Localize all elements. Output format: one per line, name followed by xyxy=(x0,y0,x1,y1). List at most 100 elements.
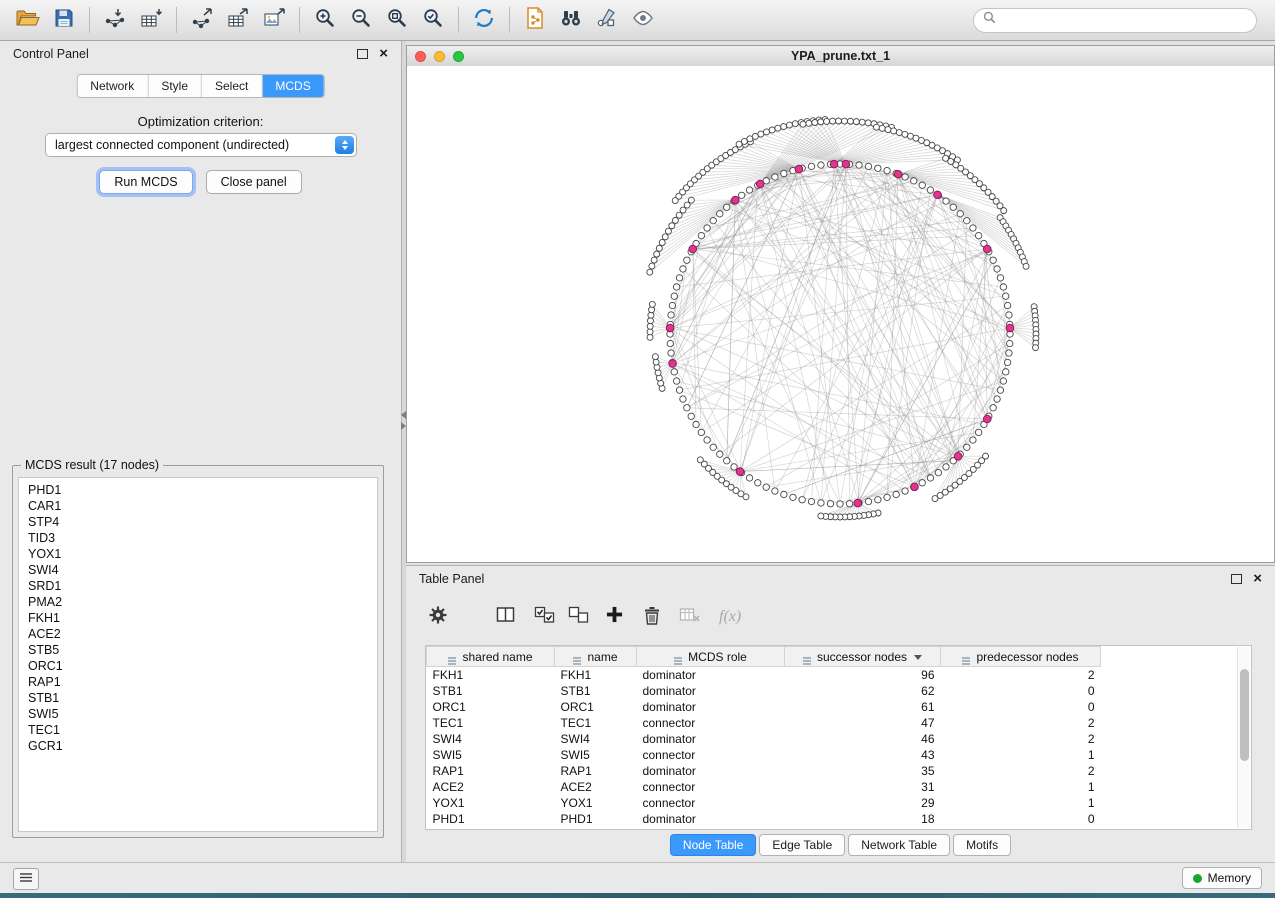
table-cell: 96 xyxy=(785,667,941,684)
table-row[interactable]: FKH1FKH1dominator962 xyxy=(427,667,1101,684)
mcds-result-item[interactable]: STP4 xyxy=(28,514,368,530)
tab-select[interactable]: Select xyxy=(202,75,262,97)
add-column-button[interactable] xyxy=(606,600,623,634)
close-panel-icon[interactable]: × xyxy=(379,49,388,59)
mcds-result-item[interactable]: STB5 xyxy=(28,642,368,658)
close-panel-button[interactable]: Close panel xyxy=(206,170,302,194)
network-view-window: YPA_prune.txt_1 xyxy=(406,45,1275,563)
mcds-result-item[interactable]: SWI4 xyxy=(28,562,368,578)
table-row[interactable]: ACE2ACE2connector311 xyxy=(427,779,1101,795)
column-header[interactable]: name xyxy=(555,647,637,667)
mcds-result-item[interactable]: SRD1 xyxy=(28,578,368,594)
export-table-button[interactable] xyxy=(220,5,256,35)
memory-status-icon xyxy=(1193,874,1202,883)
zoom-selected-button[interactable] xyxy=(415,5,451,35)
search-box[interactable] xyxy=(973,8,1257,33)
save-session-button[interactable] xyxy=(46,5,82,35)
toolbar-separator xyxy=(176,7,177,33)
table-row[interactable]: YOX1YOX1connector291 xyxy=(427,795,1101,811)
table-row[interactable]: TEC1TEC1connector472 xyxy=(427,715,1101,731)
import-network-button[interactable] xyxy=(97,5,133,35)
export-image-button[interactable] xyxy=(256,5,292,35)
select-all-button[interactable] xyxy=(534,600,556,634)
zoom-fit-icon xyxy=(386,7,408,34)
split-columns-button[interactable] xyxy=(496,600,516,634)
panel-menu-button[interactable] xyxy=(13,868,39,890)
close-window-traffic-light[interactable] xyxy=(415,51,426,62)
network-window-titlebar[interactable]: YPA_prune.txt_1 xyxy=(407,46,1274,67)
mcds-result-item[interactable]: PHD1 xyxy=(28,482,368,498)
table-cell: 62 xyxy=(785,683,941,699)
mcds-result-item[interactable]: GCR1 xyxy=(28,738,368,754)
table-cell: dominator xyxy=(637,699,785,715)
table-cell: FKH1 xyxy=(427,667,555,684)
scrollbar-thumb[interactable] xyxy=(1240,669,1249,761)
mcds-result-item[interactable]: TEC1 xyxy=(28,722,368,738)
share-document-button[interactable] xyxy=(517,5,553,35)
delete-column-button[interactable] xyxy=(643,600,661,634)
search-input[interactable] xyxy=(1002,12,1247,28)
chevron-down-icon[interactable] xyxy=(914,655,922,660)
export-network-button[interactable] xyxy=(184,5,220,35)
mcds-result-item[interactable]: ACE2 xyxy=(28,626,368,642)
show-graphics-button[interactable] xyxy=(625,5,661,35)
table-vertical-scrollbar[interactable] xyxy=(1237,647,1250,828)
node-table[interactable]: shared namenameMCDS rolesuccessor nodesp… xyxy=(426,646,1101,827)
open-session-button[interactable] xyxy=(10,5,46,35)
table-cell: 46 xyxy=(785,731,941,747)
zoom-in-button[interactable] xyxy=(307,5,343,35)
float-panel-icon[interactable] xyxy=(357,49,368,59)
tab-mcds[interactable]: MCDS xyxy=(262,75,323,97)
tab-node-table[interactable]: Node Table xyxy=(670,834,757,856)
column-header[interactable]: successor nodes xyxy=(785,647,941,667)
close-panel-icon[interactable]: × xyxy=(1253,574,1262,584)
tab-style[interactable]: Style xyxy=(148,75,202,97)
deselect-all-button[interactable] xyxy=(568,600,590,634)
mcds-result-item[interactable]: TID3 xyxy=(28,530,368,546)
mcds-result-item[interactable]: FKH1 xyxy=(28,610,368,626)
minimize-window-traffic-light[interactable] xyxy=(434,51,445,62)
import-table-button[interactable] xyxy=(133,5,169,35)
memory-button[interactable]: Memory xyxy=(1182,867,1262,889)
table-cell: 2 xyxy=(941,667,1101,684)
tab-network[interactable]: Network xyxy=(77,75,148,97)
run-mcds-button[interactable]: Run MCDS xyxy=(99,170,192,194)
mcds-result-item[interactable]: YOX1 xyxy=(28,546,368,562)
tab-network-table[interactable]: Network Table xyxy=(848,834,950,856)
table-row[interactable]: ORC1ORC1dominator610 xyxy=(427,699,1101,715)
mcds-result-item[interactable]: SWI5 xyxy=(28,706,368,722)
search-network-button[interactable] xyxy=(553,5,589,35)
network-graph[interactable] xyxy=(407,66,1274,562)
mcds-result-item[interactable]: RAP1 xyxy=(28,674,368,690)
export-image-icon xyxy=(262,7,286,34)
criterion-dropdown[interactable]: largest connected component (undirected) xyxy=(45,133,357,157)
mcds-result-item[interactable]: CAR1 xyxy=(28,498,368,514)
zoom-fit-button[interactable] xyxy=(379,5,415,35)
table-settings-button[interactable] xyxy=(428,600,448,634)
collapse-left-icon xyxy=(401,411,406,419)
zoom-window-traffic-light[interactable] xyxy=(453,51,464,62)
table-row[interactable]: SWI4SWI4dominator462 xyxy=(427,731,1101,747)
mcds-result-list[interactable]: PHD1CAR1STP4TID3YOX1SWI4SRD1PMA2FKH1ACE2… xyxy=(18,477,378,832)
column-header[interactable]: shared name xyxy=(427,647,555,667)
apply-style-button[interactable] xyxy=(589,5,625,35)
table-row[interactable]: STB1STB1dominator620 xyxy=(427,683,1101,699)
tab-motifs[interactable]: Motifs xyxy=(953,834,1011,856)
control-panel-title: Control Panel xyxy=(13,47,89,61)
table-row[interactable]: RAP1RAP1dominator352 xyxy=(427,763,1101,779)
table-row[interactable]: PHD1PHD1dominator180 xyxy=(427,811,1101,827)
float-panel-icon[interactable] xyxy=(1231,574,1242,584)
column-header[interactable]: predecessor nodes xyxy=(941,647,1101,667)
mcds-result-item[interactable]: STB1 xyxy=(28,690,368,706)
column-header[interactable]: MCDS role xyxy=(637,647,785,667)
mcds-result-item[interactable]: PMA2 xyxy=(28,594,368,610)
trash-icon xyxy=(643,605,661,630)
mcds-result-item[interactable]: ORC1 xyxy=(28,658,368,674)
table-panel-header: Table Panel × xyxy=(406,566,1275,592)
table-row[interactable]: SWI5SWI5connector431 xyxy=(427,747,1101,763)
tab-edge-table[interactable]: Edge Table xyxy=(759,834,845,856)
refresh-view-button[interactable] xyxy=(466,5,502,35)
desktop-background-strip xyxy=(0,893,1275,898)
network-canvas[interactable] xyxy=(407,66,1274,562)
zoom-out-button[interactable] xyxy=(343,5,379,35)
